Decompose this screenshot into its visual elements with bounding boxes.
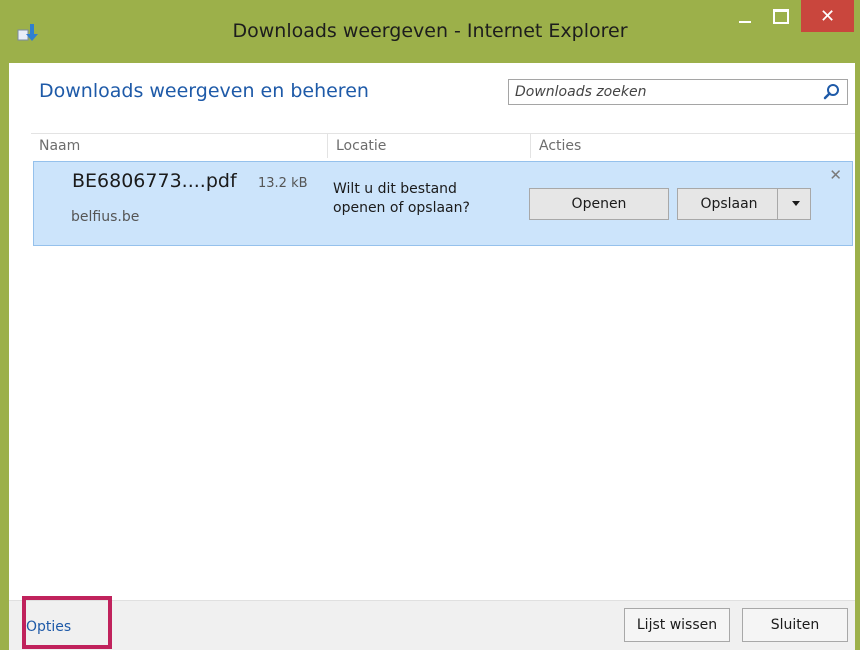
downloads-panel: Downloads weergeven en beheren Downloads…	[9, 63, 855, 600]
download-source-site: belfius.be	[71, 209, 140, 225]
download-item[interactable]: BE6806773....pdf 13.2 kB belfius.be Wilt…	[33, 161, 853, 246]
maximize-button[interactable]	[766, 0, 796, 32]
column-header-actions: Acties	[530, 134, 855, 158]
remove-download-icon[interactable]: ✕	[829, 166, 842, 184]
save-button-label: Opslaan	[700, 196, 758, 212]
clear-list-label: Lijst wissen	[636, 617, 718, 633]
close-window-button[interactable]: ✕	[801, 0, 854, 32]
save-split-divider	[777, 189, 778, 219]
search-input[interactable]: Downloads zoeken	[515, 80, 646, 104]
title-bar: Downloads weergeven - Internet Explorer …	[0, 0, 860, 63]
chevron-down-icon[interactable]	[792, 201, 800, 206]
column-header-name[interactable]: Naam	[31, 134, 327, 158]
search-icon[interactable]	[823, 83, 841, 101]
minimize-icon	[739, 21, 751, 23]
search-box[interactable]: Downloads zoeken	[508, 79, 848, 105]
close-button[interactable]: Sluiten	[742, 608, 848, 642]
page-title: Downloads weergeven en beheren	[39, 80, 369, 102]
open-button-label: Openen	[571, 196, 627, 212]
options-link[interactable]: Opties	[26, 619, 71, 635]
minimize-button[interactable]	[730, 0, 760, 32]
download-prompt: Wilt u dit bestand openen of opslaan?	[333, 181, 470, 216]
download-size: 13.2 kB	[258, 176, 308, 191]
open-button[interactable]: Openen	[529, 188, 669, 220]
footer-bar: Opties Lijst wissen Sluiten	[9, 596, 855, 650]
close-button-label: Sluiten	[770, 617, 820, 633]
maximize-icon	[773, 8, 789, 24]
column-header-location[interactable]: Locatie	[327, 134, 530, 158]
save-button[interactable]: Opslaan	[677, 188, 811, 220]
download-filename: BE6806773....pdf	[72, 170, 237, 192]
close-icon: ✕	[819, 5, 836, 27]
column-headers: Naam Locatie Acties	[31, 133, 855, 158]
clear-list-button[interactable]: Lijst wissen	[624, 608, 730, 642]
